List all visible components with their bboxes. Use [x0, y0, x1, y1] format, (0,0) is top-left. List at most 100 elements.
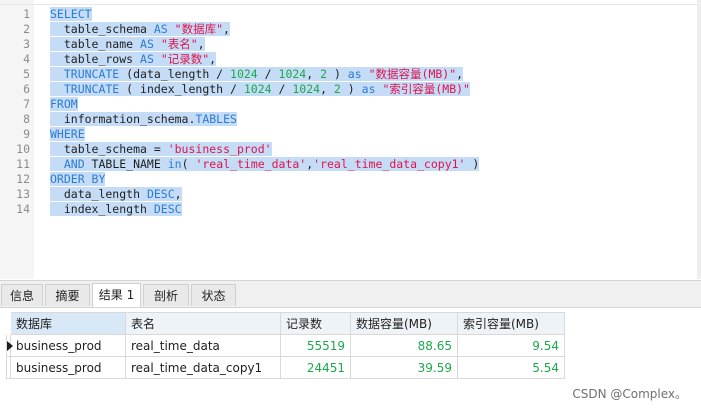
cell-table[interactable]: real_time_data	[125, 334, 281, 357]
cell-data-size[interactable]: 39.59	[350, 356, 458, 379]
cell-data-size[interactable]: 88.65	[350, 334, 458, 357]
grid-header-row: 数据库 表名 记录数 数据容量(MB) 索引容量(MB)	[6, 312, 565, 335]
tab-2[interactable]: 摘要	[45, 284, 90, 306]
code-token: TABLES	[195, 112, 237, 126]
code-token: 'real_time_data'	[195, 157, 307, 171]
code-text: WHERE	[50, 127, 85, 142]
column-header-db[interactable]: 数据库	[10, 312, 126, 335]
code-token: "表名"	[160, 37, 198, 51]
code-token: AND	[50, 157, 85, 171]
code-text: index_length DESC	[50, 202, 182, 217]
selection-highlight: data_length DESC,	[50, 187, 182, 201]
result-grid: 数据库 表名 记录数 数据容量(MB) 索引容量(MB) business_pr…	[6, 312, 565, 379]
code-token: ( index_length /	[119, 82, 244, 96]
code-line[interactable]: 1 SELECT	[0, 7, 701, 22]
code-token: table_schema =	[50, 142, 168, 156]
code-token: 2	[320, 67, 328, 81]
table-row[interactable]: business_prod real_time_data 55519 88.65…	[6, 334, 565, 357]
cell-rows[interactable]: 24451	[280, 356, 351, 379]
code-token: index_length	[50, 202, 154, 216]
code-token: TRUNCATE	[50, 82, 120, 96]
column-header-index-size[interactable]: 索引容量(MB)	[457, 312, 565, 335]
tab-5[interactable]: 状态	[191, 284, 236, 306]
line-number: 3	[23, 37, 30, 51]
code-token: in	[167, 157, 182, 171]
sql-editor[interactable]: 1 SELECT 2 table_schema AS "数据库", 3 table_n…	[0, 0, 701, 279]
code-token: )	[340, 82, 362, 96]
code-line[interactable]: 11 AND TABLE_NAME in( 'real_time_data','…	[0, 157, 701, 172]
code-token: ,	[306, 67, 321, 81]
column-header-rows[interactable]: 记录数	[280, 312, 351, 335]
code-token: /	[271, 82, 293, 96]
selection-highlight: TRUNCATE ( index_length / 1024 / 1024, 2…	[50, 82, 470, 96]
code-token: AS	[140, 37, 154, 51]
cell-index-size[interactable]: 9.54	[457, 334, 565, 357]
line-number: 4	[23, 52, 30, 66]
code-token: /	[257, 67, 279, 81]
row-marker[interactable]	[6, 334, 13, 357]
selection-highlight: information_schema.TABLES	[50, 112, 237, 126]
code-line[interactable]: 13 data_length DESC,	[0, 187, 701, 202]
selection-highlight: WHERE	[50, 127, 85, 141]
cell-rows[interactable]: 55519	[280, 334, 351, 357]
line-number: 6	[23, 82, 30, 96]
vertical-scrollbar[interactable]	[697, 0, 701, 279]
code-line[interactable]: 9 WHERE	[0, 127, 701, 142]
cell-table[interactable]: real_time_data_copy1	[125, 356, 281, 379]
line-number: 13	[16, 187, 30, 201]
tab-1[interactable]: 信息	[1, 284, 43, 306]
table-row[interactable]: business_prod real_time_data_copy1 24451…	[6, 356, 565, 379]
code-token: (data_length /	[119, 67, 231, 81]
current-row-arrow-icon	[7, 341, 13, 351]
code-token: TRUNCATE	[50, 67, 120, 81]
selection-highlight: FROM	[50, 97, 78, 111]
column-header-table[interactable]: 表名	[125, 312, 281, 335]
editor-top-divider	[0, 4, 701, 5]
line-number: 10	[16, 142, 30, 156]
code-token: 'real_time_data_copy1'	[313, 157, 466, 171]
code-line[interactable]: 7 FROM	[0, 97, 701, 112]
selection-highlight: AND TABLE_NAME in( 'real_time_data','rea…	[50, 157, 480, 171]
code-token: data_length	[50, 187, 147, 201]
code-line[interactable]: 10 table_schema = 'business_prod'	[0, 142, 701, 157]
code-text: ORDER BY	[50, 172, 106, 187]
tab-4[interactable]: 剖析	[143, 284, 189, 306]
code-token: table_name	[50, 37, 141, 51]
code-line[interactable]: 8 information_schema.TABLES	[0, 112, 701, 127]
code-token: 1024	[230, 67, 258, 81]
code-text: table_schema AS "数据库",	[50, 22, 230, 37]
code-token: ,	[320, 82, 334, 96]
code-line[interactable]: 3 table_name AS "表名",	[0, 37, 701, 52]
cell-index-size[interactable]: 5.54	[457, 356, 565, 379]
line-number: 14	[16, 202, 30, 216]
code-token: ,	[209, 52, 217, 66]
line-number: 7	[23, 97, 30, 111]
code-line[interactable]: 6 TRUNCATE ( index_length / 1024 / 1024,…	[0, 82, 701, 97]
code-line[interactable]: 14 index_length DESC	[0, 202, 701, 217]
code-line[interactable]: 5 TRUNCATE (data_length / 1024 / 1024, 2…	[0, 67, 701, 82]
code-text: SELECT	[50, 7, 92, 22]
line-number: 2	[23, 22, 30, 36]
code-token: as	[361, 82, 376, 96]
row-marker[interactable]	[6, 356, 11, 379]
line-number: 9	[23, 127, 30, 141]
code-text: table_rows AS "记录数",	[50, 52, 217, 67]
selection-highlight: index_length DESC	[50, 202, 182, 216]
code-line[interactable]: 4 table_rows AS "记录数",	[0, 52, 701, 67]
code-token: DESC	[146, 187, 175, 201]
cell-db[interactable]: business_prod	[10, 334, 126, 357]
selection-highlight: table_schema AS "数据库",	[50, 22, 230, 36]
selection-highlight: ORDER BY	[50, 172, 106, 186]
code-line[interactable]: 2 table_schema AS "数据库",	[0, 22, 701, 37]
code-token: information_schema.	[50, 112, 196, 126]
tab-3[interactable]: 结果 1	[92, 283, 141, 307]
code-line[interactable]: 12 ORDER BY	[0, 172, 701, 187]
cell-db[interactable]: business_prod	[10, 356, 126, 379]
column-header-data-size[interactable]: 数据容量(MB)	[350, 312, 458, 335]
code-token: table_rows	[50, 52, 141, 66]
code-token: )	[465, 157, 480, 171]
code-token: "索引容量(MB)"	[382, 82, 470, 96]
